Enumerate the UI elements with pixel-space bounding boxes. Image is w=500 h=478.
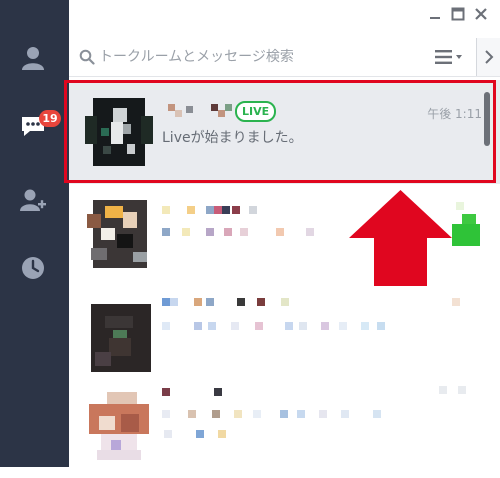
chat-row-live[interactable]: LIVE 午後 1:11 Liveが始まりました。: [69, 80, 500, 184]
next-button[interactable]: [476, 38, 500, 76]
navigation-rail: 19: [0, 0, 69, 467]
title-bar: [69, 0, 500, 30]
arrow-up-icon: [349, 190, 452, 286]
unread-count-badge: 19: [39, 110, 61, 127]
avatar: [83, 388, 155, 464]
clock-icon[interactable]: [19, 254, 47, 282]
list-item[interactable]: [69, 374, 500, 478]
search-bar: [69, 38, 500, 77]
message-preview: Liveが始まりました。: [162, 130, 303, 146]
message-time: 午後 1:11: [427, 107, 482, 121]
search-icon: [79, 49, 95, 65]
add-friend-icon[interactable]: [19, 186, 47, 214]
chevron-right-icon: [485, 50, 494, 64]
avatar: [83, 198, 155, 274]
close-icon[interactable]: [474, 7, 488, 21]
scrollbar[interactable]: [484, 92, 490, 146]
search-input[interactable]: [99, 46, 419, 68]
person-icon[interactable]: [19, 44, 47, 72]
minimize-icon[interactable]: [428, 7, 442, 21]
maximize-icon[interactable]: [451, 7, 465, 21]
avatar: [83, 300, 155, 376]
live-badge: LIVE: [235, 101, 277, 122]
menu-icon[interactable]: [435, 49, 465, 65]
avatar: [83, 94, 155, 170]
